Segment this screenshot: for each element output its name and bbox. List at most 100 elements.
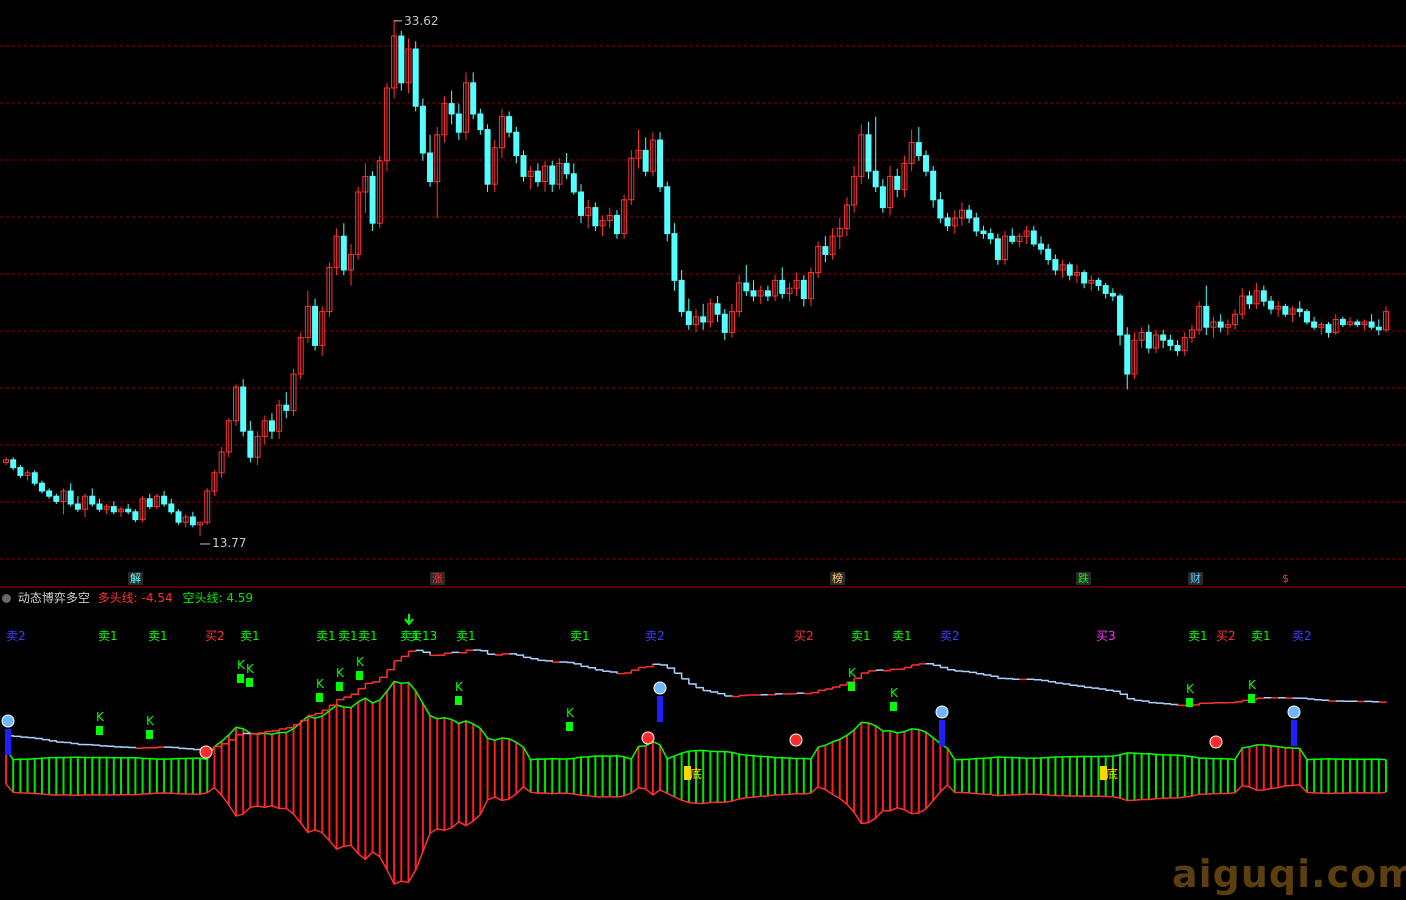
candle-body xyxy=(1168,340,1173,345)
indicator-name[interactable]: 动态博弈多空 xyxy=(18,591,90,605)
signal-label: 卖1 xyxy=(1188,627,1208,644)
k-marker xyxy=(848,682,855,691)
candle-body xyxy=(313,306,318,345)
trend-step-line xyxy=(128,748,135,749)
signal-label: 买2 xyxy=(205,627,225,644)
trend-step-line xyxy=(444,652,451,653)
trend-step-line xyxy=(976,674,983,675)
candle-body xyxy=(995,239,1000,260)
signal-label: 卖1 xyxy=(570,627,590,644)
stock-chart xyxy=(0,0,1406,896)
k-marker xyxy=(455,696,462,705)
signal-label: 卖1 xyxy=(316,627,336,644)
candle-body xyxy=(1082,273,1087,283)
blue-ball-icon xyxy=(2,715,14,727)
trend-step-line xyxy=(811,690,818,692)
trend-step-line xyxy=(1379,701,1386,702)
trend-step-line xyxy=(1048,682,1055,683)
trend-step-line xyxy=(322,705,329,710)
k-marker xyxy=(1186,698,1193,707)
high-price-label: 33.62 xyxy=(404,14,438,28)
trend-step-line xyxy=(286,725,293,728)
candle-body xyxy=(1376,327,1381,330)
candle-body xyxy=(485,130,490,185)
candle-body xyxy=(1039,244,1044,249)
trend-step-line xyxy=(107,746,114,747)
trend-step-line xyxy=(682,679,689,684)
trend-step-line xyxy=(250,733,257,734)
trend-step-line xyxy=(28,738,35,739)
signal-label: 卖2 xyxy=(1292,627,1312,644)
trend-step-line xyxy=(1228,702,1235,703)
low-price-label: 13.77 xyxy=(212,536,246,550)
event-tag: $ xyxy=(1280,572,1291,585)
k-marker xyxy=(566,722,573,731)
candle-body xyxy=(111,507,116,512)
trend-step-line xyxy=(955,671,962,672)
candle-body xyxy=(514,132,519,155)
candle-body xyxy=(1369,322,1374,327)
k-label: K xyxy=(316,677,324,691)
k-label: K xyxy=(237,658,245,672)
trend-step-line xyxy=(308,714,315,716)
trend-step-line xyxy=(509,654,516,655)
trend-step-line xyxy=(42,740,49,741)
candle-body xyxy=(176,512,181,522)
trend-step-line xyxy=(85,745,92,746)
trend-step-line xyxy=(315,710,322,713)
trend-step-line xyxy=(861,671,868,673)
event-tag: 财 xyxy=(1188,572,1203,585)
candle-body xyxy=(1269,301,1274,309)
trend-step-line xyxy=(689,684,696,688)
candle-body xyxy=(686,312,691,325)
trend-step-line xyxy=(1192,703,1199,705)
trend-step-line xyxy=(1034,680,1041,681)
candle-body xyxy=(722,314,727,332)
trend-step-line xyxy=(473,650,480,651)
trend-step-line xyxy=(329,700,336,706)
trend-step-line xyxy=(869,670,876,671)
candle-body xyxy=(945,218,950,226)
event-tag: 解 xyxy=(128,572,143,585)
signal-label: 卖1 xyxy=(358,627,378,644)
trend-step-line xyxy=(639,667,646,668)
trend-step-line xyxy=(876,670,883,671)
signal-label: 卖1 xyxy=(148,627,168,644)
candle-body xyxy=(715,304,720,314)
k-label: K xyxy=(336,666,344,680)
candle-body xyxy=(1067,265,1072,275)
trend-step-line xyxy=(229,735,236,740)
chart-stage xyxy=(0,0,1406,896)
trend-step-line xyxy=(1113,691,1120,694)
indicator-toggle-icon[interactable] xyxy=(2,594,11,603)
k-label: K xyxy=(1186,682,1194,696)
candle-body xyxy=(801,280,806,298)
signal-label: 卖13 xyxy=(410,627,437,644)
blue-ball-icon xyxy=(654,682,666,694)
trend-step-line xyxy=(1099,689,1106,690)
blue-ball-icon xyxy=(1288,706,1300,718)
candle-body xyxy=(75,504,80,509)
signal-label: 买3 xyxy=(1096,627,1116,644)
trend-step-line xyxy=(35,739,42,740)
trend-step-line xyxy=(595,670,602,671)
bottom-label: 底 xyxy=(690,765,702,782)
candle-body xyxy=(248,431,253,457)
candle-body xyxy=(241,387,246,431)
trend-step-line xyxy=(71,743,78,744)
candle-body xyxy=(564,163,569,173)
trend-step-line xyxy=(409,650,416,651)
candle-body xyxy=(190,517,195,525)
candle-body xyxy=(370,176,375,223)
trend-step-line xyxy=(531,659,538,661)
trend-step-line xyxy=(545,661,552,662)
candle-body xyxy=(873,171,878,187)
trend-step-line xyxy=(516,655,523,657)
candle-body xyxy=(399,36,404,83)
k-label: K xyxy=(890,686,898,700)
trend-step-line xyxy=(660,665,667,668)
trend-step-line xyxy=(624,670,631,673)
trend-step-line xyxy=(186,749,193,750)
k-marker xyxy=(246,678,253,687)
trend-step-line xyxy=(897,667,904,669)
